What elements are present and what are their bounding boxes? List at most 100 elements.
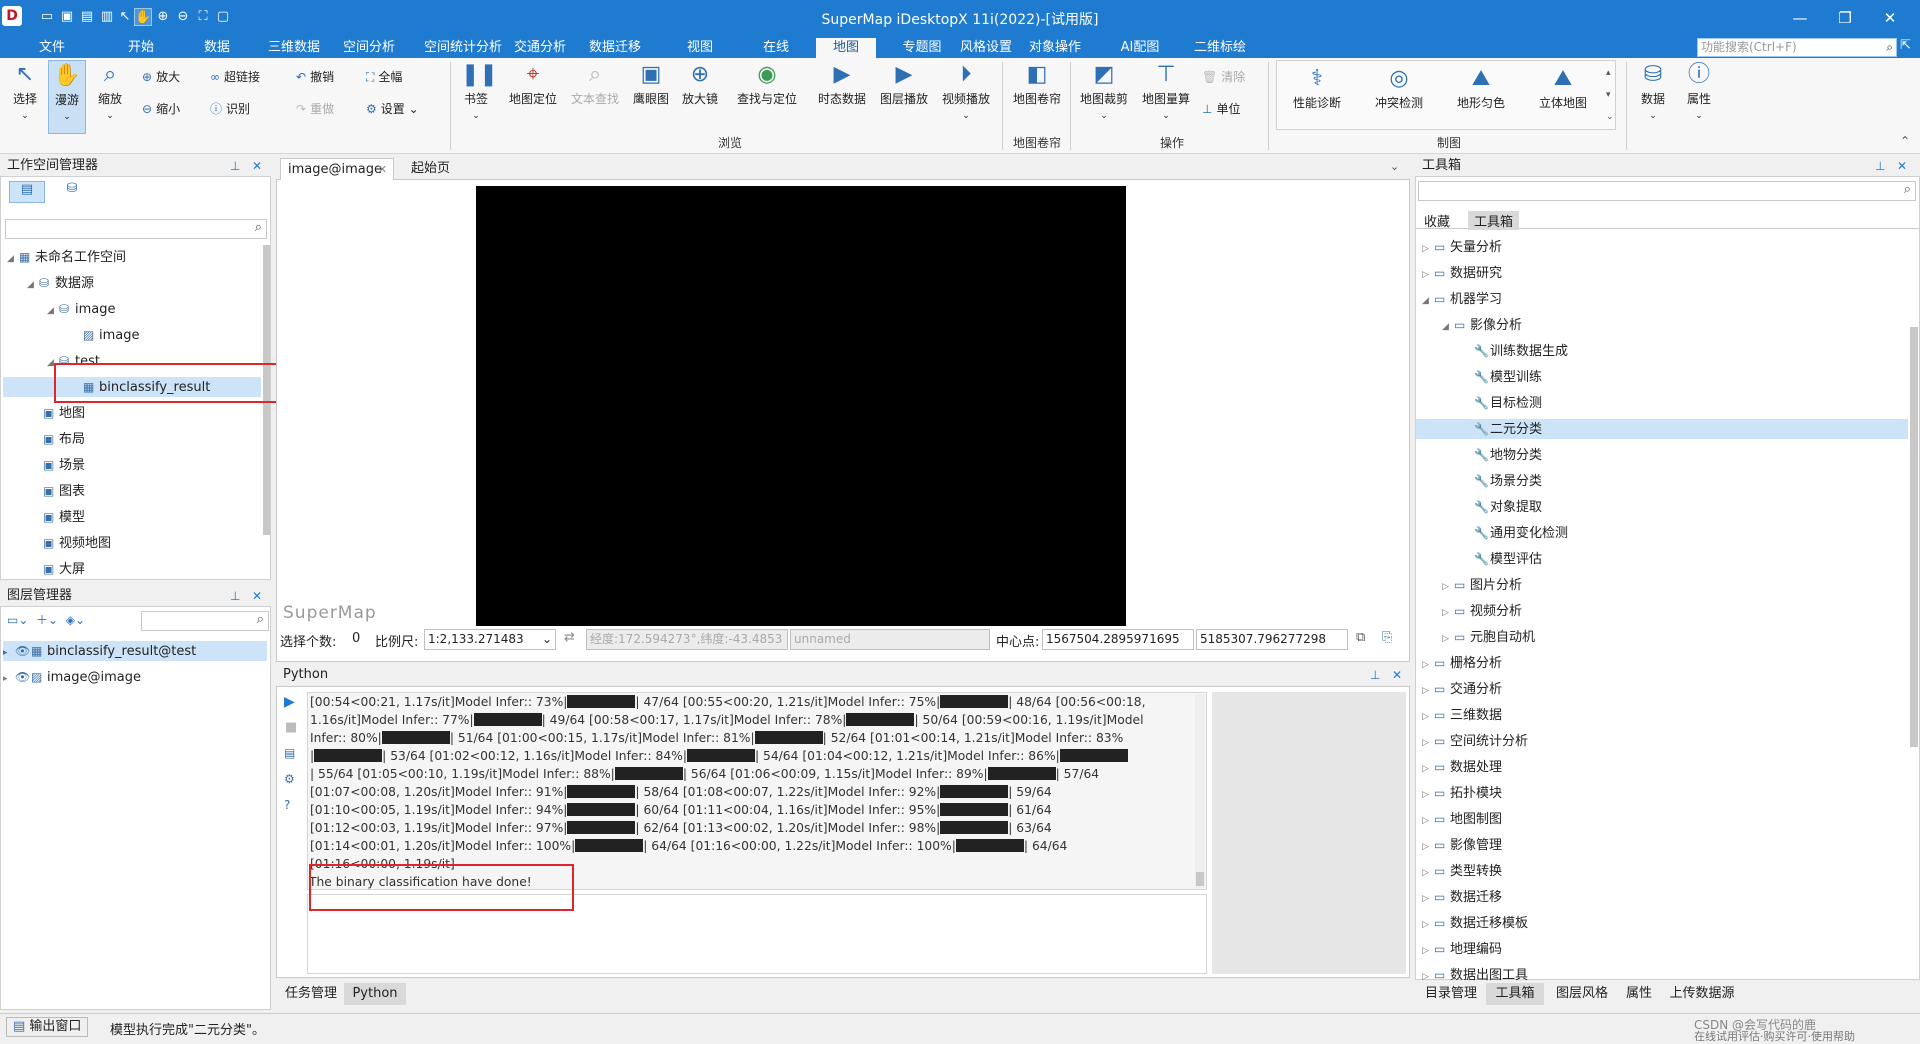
copy-icon[interactable]: ⧉: [1356, 630, 1365, 645]
map-canvas[interactable]: [476, 186, 1126, 626]
settings-button[interactable]: ⚙ 设置 ⌄: [366, 100, 419, 117]
workspace-search-input[interactable]: ⌕: [5, 219, 267, 239]
bookmark-button[interactable]: ❚❚ 书签 ⌄: [456, 60, 498, 132]
tab-favorites[interactable]: 收藏: [1424, 211, 1450, 230]
collapsed-arrow-icon[interactable]: ▷: [1422, 837, 1434, 857]
menu-tab[interactable]: 交通分析: [508, 38, 572, 58]
pin-icon[interactable]: ⊥: [230, 156, 240, 176]
undo-button[interactable]: ↶ 撤销: [296, 68, 334, 85]
layer-order-icon[interactable]: ◈⌄: [66, 613, 85, 627]
zoom-in-button[interactable]: ⊕ 放大: [142, 68, 180, 85]
settings-icon[interactable]: ⚙: [284, 772, 295, 786]
scale-combobox[interactable]: 1:2,133.271483 ⌄: [424, 629, 556, 650]
close-icon[interactable]: ✕: [252, 586, 262, 606]
perf-diagnosis-button[interactable]: ⚕ 性能诊断: [1285, 64, 1349, 111]
measure-button[interactable]: ⊤ 地图量算 ⌄: [1136, 60, 1196, 121]
paste-icon[interactable]: ⎘: [1382, 630, 1392, 645]
collapsed-arrow-icon[interactable]: ▷: [1442, 577, 1454, 597]
identify-button[interactable]: ⓘ 识别: [210, 100, 250, 117]
toolbox-item[interactable]: ▷ ▭ 数据处理: [1416, 757, 1908, 777]
tree-models[interactable]: ▣ 模型: [43, 507, 85, 527]
tree-datasources[interactable]: ◢ ⛁ 数据源: [27, 273, 94, 293]
toolbox-item[interactable]: ◢ ▭ 机器学习: [1416, 289, 1908, 309]
toolbox-item[interactable]: ▷ ▭ 数据研究: [1416, 263, 1908, 283]
conflict-check-button[interactable]: ◎ 冲突检测: [1367, 64, 1431, 111]
collapsed-arrow-icon[interactable]: ▷: [1442, 603, 1454, 623]
right-bottom-tab[interactable]: 图层风格: [1548, 983, 1616, 1005]
close-icon[interactable]: ✕: [1392, 665, 1402, 685]
video-play-button[interactable]: ⏵ 视频播放 ⌄: [936, 60, 996, 121]
resource-tab-icon[interactable]: ⛁: [59, 181, 85, 203]
toolbox-item[interactable]: ◢ ▭ 影像分析: [1416, 315, 1908, 335]
collapsed-arrow-icon[interactable]: ▷: [1422, 759, 1434, 779]
pin-icon[interactable]: ⊥: [1875, 156, 1885, 176]
collapsed-arrow-icon[interactable]: ▷: [1422, 265, 1434, 285]
layer-item-binclassify-result[interactable]: ▸ 👁▦ binclassify_result@test: [3, 641, 267, 661]
swipe-button[interactable]: ◧ 地图卷帘: [1006, 60, 1068, 107]
text-search-button[interactable]: ⌕ 文本查找: [566, 60, 624, 107]
collapsed-arrow-icon[interactable]: ▷: [1422, 811, 1434, 831]
menu-tab[interactable]: 在线: [756, 38, 796, 58]
expanded-arrow-icon[interactable]: ◢: [1442, 317, 1454, 337]
toolbox-item[interactable]: 🔧训练数据生成: [1416, 341, 1908, 361]
property-button[interactable]: ⓘ 属性 ⌄: [1678, 60, 1720, 121]
toolbox-item[interactable]: ▷ ▭ 数据迁移模板: [1416, 913, 1908, 933]
tree-workspace-root[interactable]: ◢ ▦ 未命名工作空间: [7, 247, 126, 267]
zoom-out-button[interactable]: ⊖ 缩小: [142, 100, 180, 117]
collapsed-arrow-icon[interactable]: ▷: [1422, 239, 1434, 259]
map-clip-button[interactable]: ◩ 地图裁剪 ⌄: [1074, 60, 1134, 121]
collapsed-arrow-icon[interactable]: ▷: [1422, 785, 1434, 805]
visible-eye-icon[interactable]: 👁: [15, 667, 31, 687]
toolbox-item[interactable]: ▷ ▭ 类型转换: [1416, 861, 1908, 881]
toolbox-item[interactable]: 🔧二元分类: [1416, 419, 1908, 439]
right-bottom-tab[interactable]: 目录管理: [1420, 983, 1482, 1005]
tab-python[interactable]: Python: [344, 983, 406, 1005]
tree-screens[interactable]: ▣ 大屏: [43, 559, 85, 579]
doc-tab-start[interactable]: 起始页: [404, 158, 474, 180]
menu-tab[interactable]: 空间分析: [338, 38, 400, 58]
toolbox-item[interactable]: 🔧通用变化检测: [1416, 523, 1908, 543]
menu-tab[interactable]: 空间统计分析: [415, 38, 511, 58]
menu-tab[interactable]: 视图: [680, 38, 720, 58]
toolbox-item[interactable]: ▷ ▭ 影像管理: [1416, 835, 1908, 855]
toolbox-item[interactable]: ▷ ▭ 元胞自动机: [1416, 627, 1908, 647]
toolbox-item[interactable]: ▷ ▭ 三维数据: [1416, 705, 1908, 725]
magnifier-button[interactable]: ⊕ 放大镜: [677, 60, 723, 107]
toolbox-item[interactable]: ▷ ▭ 拓扑模块: [1416, 783, 1908, 803]
toolbox-item[interactable]: 🔧模型评估: [1416, 549, 1908, 569]
unit-button[interactable]: ⊥ 单位: [1202, 100, 1240, 117]
close-icon[interactable]: ✕: [252, 156, 262, 176]
collapsed-arrow-icon[interactable]: ▷: [1422, 863, 1434, 883]
right-bottom-tab[interactable]: 工具箱: [1486, 983, 1544, 1005]
menu-tab[interactable]: 文件: [32, 38, 72, 58]
toolbox-item[interactable]: ▷ ▭ 矢量分析: [1416, 237, 1908, 257]
toolbox-item[interactable]: ▷ ▭ 交通分析: [1416, 679, 1908, 699]
toolbox-item[interactable]: 🔧模型训练: [1416, 367, 1908, 387]
toolbox-item[interactable]: 🔧对象提取: [1416, 497, 1908, 517]
toolbox-item[interactable]: ▷ ▭ 地图制图: [1416, 809, 1908, 829]
eagle-eye-button[interactable]: ▣ 鹰眼图: [628, 60, 674, 107]
full-extent-button[interactable]: ⛶ 全幅: [366, 68, 402, 85]
layer-style-icon[interactable]: ▭⌄: [7, 613, 28, 627]
swap-icon[interactable]: ⇄: [564, 630, 575, 645]
menu-tab[interactable]: 二维标绘: [1186, 38, 1254, 58]
toolbox-item[interactable]: ▷ ▭ 空间统计分析: [1416, 731, 1908, 751]
redo-button[interactable]: ↷ 重做: [296, 100, 334, 117]
minimize-button[interactable]: —: [1780, 6, 1820, 30]
collapsed-arrow-icon[interactable]: ▷: [1422, 941, 1434, 961]
workspace-tab-icon[interactable]: ▤: [9, 181, 45, 203]
collapse-ribbon-icon[interactable]: ⌃: [1900, 134, 1910, 148]
help-icon[interactable]: ?: [284, 798, 290, 812]
menu-tab[interactable]: 专题图: [892, 38, 952, 58]
close-button[interactable]: ✕: [1870, 6, 1910, 30]
menu-tab[interactable]: 数据: [195, 38, 239, 58]
expanded-arrow-icon[interactable]: ◢: [1422, 291, 1434, 311]
collapsed-arrow-icon[interactable]: ▷: [1422, 889, 1434, 909]
pan-button[interactable]: ✋ 漫游 ⌄: [48, 60, 86, 134]
collapsed-arrow-icon[interactable]: ▷: [1422, 681, 1434, 701]
layer-item-image[interactable]: ▸ 👁▨ image@image: [3, 667, 141, 687]
toolbox-item[interactable]: 🔧目标检测: [1416, 393, 1908, 413]
collapsed-arrow-icon[interactable]: ▷: [1422, 733, 1434, 753]
menu-tab[interactable]: 数据迁移: [582, 38, 648, 58]
tree-scenes[interactable]: ▣ 场景: [43, 455, 85, 475]
